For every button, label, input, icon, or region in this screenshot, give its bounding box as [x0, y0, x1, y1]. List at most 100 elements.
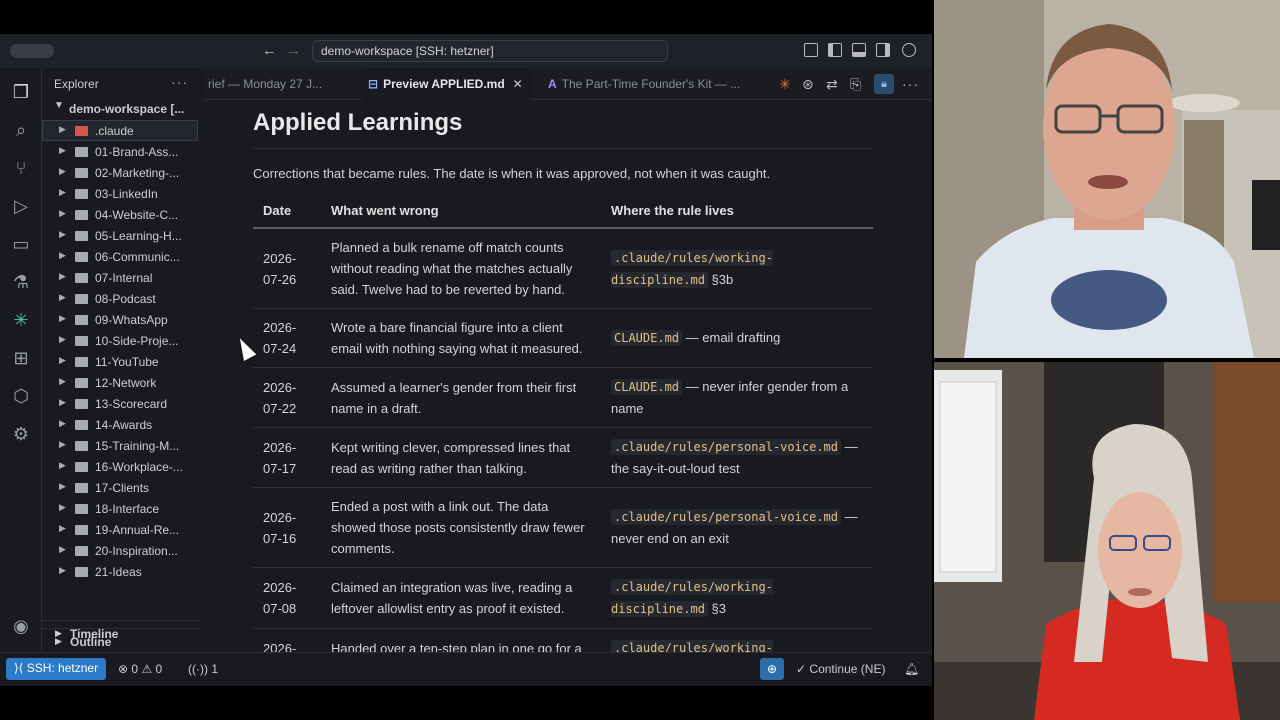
intro-paragraph: Corrections that became rules. The date … [253, 166, 771, 181]
tree-item-label: 20-Inspiration... [95, 544, 178, 558]
openai-icon[interactable]: ⊛ [802, 76, 814, 93]
folder-icon [75, 189, 88, 199]
tree-item-folder[interactable]: ▶ 21-Ideas [42, 561, 198, 580]
remote-indicator[interactable]: ⟩⟨ SSH: hetzner [6, 658, 107, 680]
tree-item-folder[interactable]: ▶ 17-Clients [42, 477, 198, 498]
tree-item-folder[interactable]: ▶ 05-Learning-H... [42, 225, 198, 246]
rule-location-cell: .claude/rules/personal-voice.md — never … [601, 487, 873, 568]
rule-file-path[interactable]: CLAUDE.md [611, 379, 683, 395]
what-went-wrong-cell: Planned a bulk rename off match counts w… [321, 228, 601, 309]
search-icon[interactable]: ⌕ [11, 120, 31, 140]
claude-spark-icon[interactable]: ✳ [779, 76, 791, 93]
rule-file-path[interactable]: .claude/rules/working-discipline.md [611, 249, 773, 288]
continue-label: Continue (NE) [809, 662, 886, 676]
continue-status[interactable]: ✓ Continue (NE) [796, 662, 885, 676]
customize-layout-icon[interactable] [804, 43, 818, 57]
chevron-right-icon: ▶ [59, 187, 66, 197]
what-went-wrong-cell: Claimed an integration was live, reading… [321, 567, 601, 629]
chevron-right-icon: ▶ [59, 376, 66, 386]
date-cell: 2026-07-22 [253, 367, 321, 428]
tree-item-folder[interactable]: ▶ 11-YouTube [42, 351, 198, 372]
command-center-search[interactable]: demo-workspace [SSH: hetzner] [312, 40, 668, 62]
extensions-icon[interactable]: ⊞ [11, 348, 31, 368]
workspace-root-folder[interactable]: ▼ demo-workspace [... [42, 98, 198, 120]
warning-count: 0 [155, 662, 163, 676]
tree-item-folder[interactable]: ▶ 08-Podcast [42, 288, 198, 309]
tree-item-folder[interactable]: ▶ 20-Inspiration... [42, 540, 198, 561]
open-changes-icon[interactable]: ⇄ [826, 76, 838, 93]
settings-sync-icon[interactable]: ⚙ [11, 424, 31, 444]
tree-item-folder[interactable]: ▶ 02-Marketing-... [42, 162, 198, 183]
more-actions-icon[interactable]: ··· [171, 74, 188, 90]
guest-video-image [934, 362, 1280, 720]
source-control-icon[interactable]: ⑂ [11, 158, 31, 178]
account-icon[interactable]: ◉ [11, 616, 31, 636]
tab-label: Preview APPLIED.md [383, 77, 505, 91]
tree-item-label: 18-Interface [95, 502, 160, 516]
tab-founders-kit[interactable]: A The Part-Time Founder's Kit — ... [548, 68, 740, 100]
package-icon[interactable]: ⬡ [11, 386, 31, 406]
folder-icon [75, 462, 88, 472]
rule-file-path[interactable]: .claude/rules/personal-voice.md [611, 509, 841, 525]
rule-file-path[interactable]: CLAUDE.md [611, 330, 683, 346]
tree-item-folder[interactable]: ▶ 09-WhatsApp [42, 309, 198, 330]
tree-item-folder[interactable]: ▶ 12-Network [42, 372, 198, 393]
remote-explorer-icon[interactable]: ▭ [11, 234, 31, 254]
explorer-icon[interactable]: ❐ [11, 82, 31, 102]
tree-item-folder[interactable]: ▶ 19-Annual-Re... [42, 519, 198, 540]
tab-daily-brief[interactable]: rief — Monday 27 J... [208, 68, 322, 100]
tree-item-folder[interactable]: ▶ 07-Internal [42, 267, 198, 288]
globe-icon[interactable] [902, 43, 916, 57]
folder-icon [75, 441, 88, 451]
problems-indicator[interactable]: ⊗ 0 ⚠ 0 [118, 662, 162, 676]
tree-item-folder[interactable]: ▶ 15-Training-M... [42, 435, 198, 456]
tree-item-label: 16-Workplace-... [95, 460, 183, 474]
forward-arrow-icon[interactable]: → [286, 42, 301, 59]
chevron-right-icon: ▶ [59, 250, 66, 260]
tree-item-folder[interactable]: ▶ 14-Awards [42, 414, 198, 435]
chevron-right-icon: ▶ [59, 355, 66, 365]
tab-preview-applied[interactable]: ⊟ Preview APPLIED.md ✕ [362, 68, 531, 100]
run-debug-icon[interactable]: ▷ [11, 196, 31, 216]
lock-icon[interactable]: 🔒︎ [874, 74, 894, 94]
tree-item-folder[interactable]: ▶ 01-Brand-Ass... [42, 141, 198, 162]
close-icon[interactable]: ✕ [513, 77, 523, 91]
chevron-right-icon: ▶ [59, 145, 66, 155]
claude-icon[interactable]: ✳ [11, 310, 31, 330]
rule-file-path[interactable]: .claude/rules/personal-voice.md [611, 439, 841, 455]
rule-file-path[interactable]: .claude/rules/working-discipline.md [611, 640, 773, 652]
notifications-bell-icon[interactable]: 🔔︎ [904, 662, 919, 676]
chevron-right-icon: ▶ [59, 481, 66, 491]
back-arrow-icon[interactable]: ← [262, 42, 277, 59]
tree-item-folder[interactable]: ▶ 06-Communic... [42, 246, 198, 267]
chevron-right-icon: ▶ [59, 334, 66, 344]
tree-item-folder[interactable]: ▶ 03-LinkedIn [42, 183, 198, 204]
ports-indicator[interactable]: ((·)) 1 [188, 662, 218, 676]
toggle-panel-icon[interactable] [852, 43, 866, 57]
file-tree: ▶ .claude ▶ 01-Brand-Ass... ▶ 02-Marketing-..… [42, 120, 198, 580]
more-tab-actions-icon[interactable]: ··· [902, 76, 919, 92]
tree-item-folder[interactable]: ▶ 13-Scorecard [42, 393, 198, 414]
window-controls[interactable] [10, 44, 54, 58]
rule-file-path[interactable]: .claude/rules/working-discipline.md [611, 579, 773, 617]
folder-icon [75, 273, 88, 283]
open-source-icon[interactable]: ⎘ [850, 76, 861, 93]
rule-note: §3 [707, 601, 726, 616]
timeline-section[interactable]: ▶ Timeline [42, 620, 198, 646]
error-count: 0 [131, 662, 139, 676]
column-header-rule-location: Where the rule lives [601, 195, 873, 229]
folder-icon [75, 483, 88, 493]
tree-item-folder[interactable]: ▶ 16-Workplace-... [42, 456, 198, 477]
tree-item-folder[interactable]: ▶ 18-Interface [42, 498, 198, 519]
editor-tabs: rief — Monday 27 J... ⊟ Preview APPLIED.m… [204, 68, 932, 100]
tree-item-folder[interactable]: ▶ 10-Side-Proje... [42, 330, 198, 351]
tree-item-folder[interactable]: ▶ 04-Website-C... [42, 204, 198, 225]
toggle-secondary-sidebar-icon[interactable] [876, 43, 890, 57]
testing-flask-icon[interactable]: ⚗ [11, 272, 31, 292]
toggle-primary-sidebar-icon[interactable] [828, 43, 842, 57]
folder-icon [75, 294, 88, 304]
tree-item-folder[interactable]: ▶ .claude [42, 120, 198, 141]
zoom-icon[interactable]: ⊕ [760, 658, 784, 680]
folder-icon [75, 168, 88, 178]
folder-icon [75, 525, 88, 535]
